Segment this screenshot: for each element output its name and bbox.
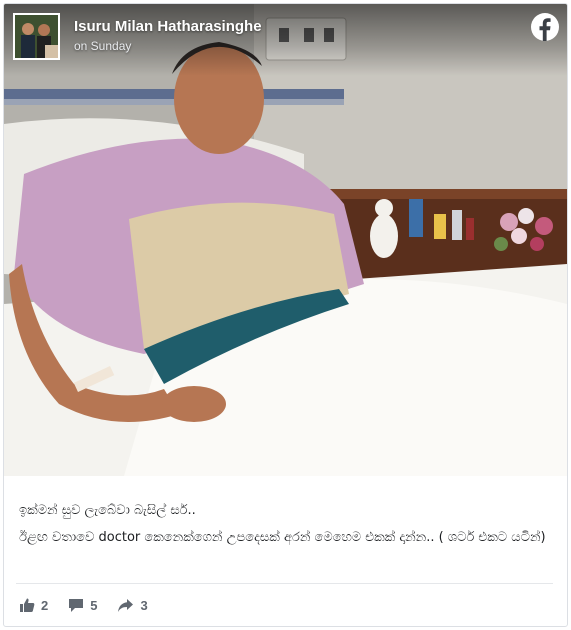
post-caption: ඉක්මන් සුව ලැබේවා බැසිල් සර්.. ඊළඟ වතාවෙ… [19, 501, 554, 555]
share-arrow-icon [118, 599, 134, 612]
share-button[interactable]: 3 [117, 597, 148, 613]
caption-line: ඉක්මන් සුව ලැබේවා බැසිල් සර්.. [19, 503, 196, 518]
comment-icon [69, 599, 84, 612]
post-card: Isuru Milan Hatharasinghe on Sunday ඉක්ම… [3, 3, 568, 627]
post-photo[interactable]: Isuru Milan Hatharasinghe on Sunday [4, 4, 567, 476]
comment-count: 5 [90, 597, 98, 613]
thumbs-up-icon [20, 598, 35, 612]
facebook-icon[interactable] [531, 13, 559, 41]
like-button[interactable]: 2 [19, 597, 48, 613]
avatar-image [15, 15, 58, 58]
divider [16, 583, 553, 584]
author-name[interactable]: Isuru Milan Hatharasinghe [74, 18, 262, 35]
share-count: 3 [140, 597, 148, 613]
post-timestamp[interactable]: on Sunday [74, 39, 131, 53]
author-avatar[interactable] [13, 13, 60, 60]
comment-button[interactable]: 5 [68, 597, 97, 613]
caption-line: ඊළඟ වතාවෙ doctor කෙනෙක්ගෙන් උපදෙසක් අරන්… [19, 530, 546, 545]
reaction-bar: 2 5 3 [19, 594, 168, 616]
like-count: 2 [41, 597, 49, 613]
